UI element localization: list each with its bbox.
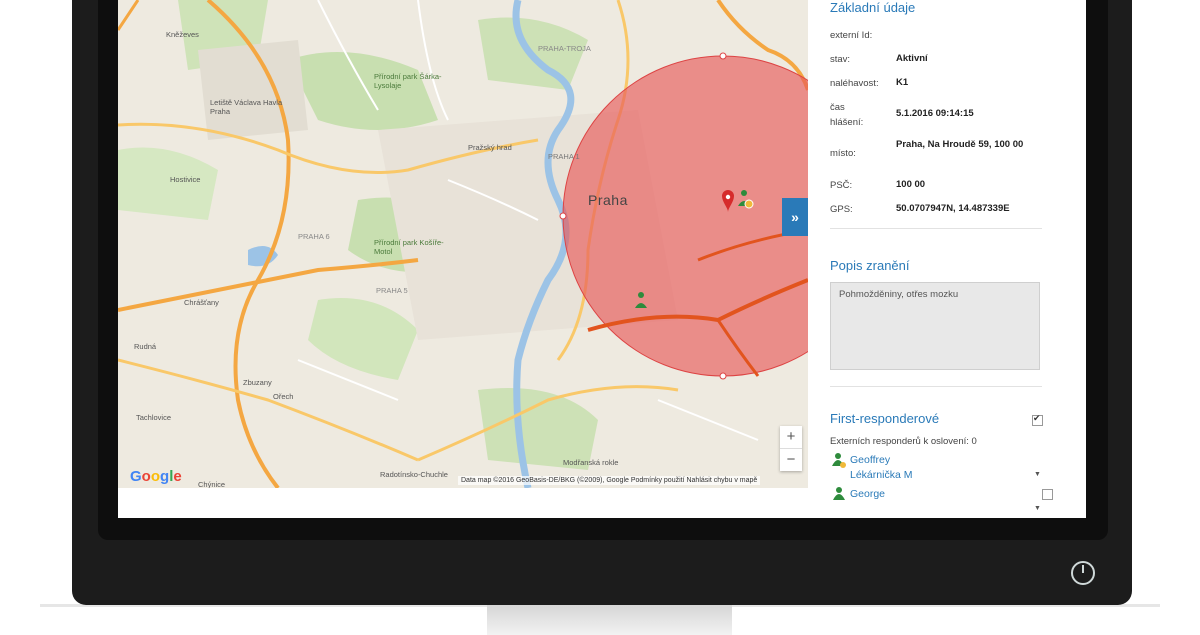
power-icon[interactable] <box>1070 560 1096 586</box>
section-title-basic: Základní údaje <box>830 0 916 15</box>
responder-person-icon <box>832 453 846 468</box>
map-label: Chýnice <box>198 480 226 488</box>
map-label: PRAHA-TROJA <box>538 44 591 53</box>
map-label: Kněževes <box>166 30 199 39</box>
section-title-injury: Popis zranění <box>830 258 910 273</box>
map-label: Hostivice <box>170 175 201 184</box>
section-title-responders: First-responderové <box>830 411 940 426</box>
zoom-control: + − <box>780 426 802 471</box>
field-label: GPS: <box>830 204 853 215</box>
external-responders-count: Externích responderů k oslovení: 0 <box>830 436 977 447</box>
field-value-zip: 100 00 <box>896 179 926 190</box>
app-screen: Kněževes Letiště Václava Havla Praha Hos… <box>118 0 1086 518</box>
divider <box>830 386 1042 387</box>
map-label: Ořech <box>273 392 294 401</box>
field-value-urgency: K1 <box>896 77 909 88</box>
field-value-place: Praha, Na Hroudě 59, 100 00 <box>896 139 1024 150</box>
detail-panel: Základní údaje externí Id: stav: Aktivní… <box>808 0 1086 518</box>
responder-select-checkbox[interactable] <box>1042 489 1053 500</box>
map-city-label: Praha <box>588 192 628 208</box>
map-label: Tachlovice <box>136 413 172 422</box>
responder-person-icon <box>833 487 845 500</box>
divider <box>830 228 1042 229</box>
field-label: PSČ: <box>830 180 853 191</box>
map-label: Chrášťany <box>184 298 219 307</box>
field-value-status: Aktivní <box>896 53 928 64</box>
map-label: PRAHA 5 <box>376 286 408 295</box>
field-label: čas hlášení: <box>830 102 864 128</box>
field-label: místo: <box>830 148 856 159</box>
map-label: Letiště Václava Havla Praha <box>210 98 283 116</box>
responder-role: Lékárnička M <box>850 469 913 481</box>
field-label: externí Id: <box>830 30 873 41</box>
map-label: Pražský hrad <box>468 143 512 152</box>
map-canvas <box>118 0 808 488</box>
zoom-in-button[interactable]: + <box>780 426 802 448</box>
field-label: stav: <box>830 54 851 65</box>
map-label: Přírodní park Šárka-Lysolaje <box>374 72 442 90</box>
monitor-stand <box>487 605 732 635</box>
map-label: Zbuzany <box>243 378 272 387</box>
map-view[interactable]: Kněževes Letiště Václava Havla Praha Hos… <box>118 0 808 488</box>
field-label: naléhavost: <box>830 78 879 89</box>
map-label: Přírodní park Košíře-Motol <box>374 238 444 256</box>
map-label: PRAHA 1 <box>548 152 580 161</box>
responder-name-link[interactable]: George <box>850 488 885 500</box>
field-value-time: 5.1.2016 09:14:15 <box>896 108 974 119</box>
google-logo[interactable]: Google <box>130 468 182 485</box>
map-label: Rudná <box>134 342 157 351</box>
injury-description-textarea[interactable]: Pohmožděniny, otřes mozku <box>830 282 1040 370</box>
map-label: Radotínsko-Chuchle <box>380 470 448 479</box>
chevron-down-icon[interactable]: ▼ <box>1034 505 1041 512</box>
field-value-gps: 50.0707947N, 14.487339E <box>896 203 1010 214</box>
zoom-out-button[interactable]: − <box>780 449 802 471</box>
map-attribution[interactable]: Data map ©2016 GeoBasis-DE/BKG (©2009), … <box>458 476 761 485</box>
map-label: Modřanská rokle <box>563 458 619 467</box>
chevron-down-icon[interactable]: ▼ <box>1034 471 1041 478</box>
expand-panel-button[interactable]: » <box>782 198 808 236</box>
map-label: PRAHA 6 <box>298 232 330 241</box>
responders-checkbox[interactable] <box>1032 413 1043 426</box>
responder-name-link[interactable]: Geoffrey <box>850 454 890 466</box>
